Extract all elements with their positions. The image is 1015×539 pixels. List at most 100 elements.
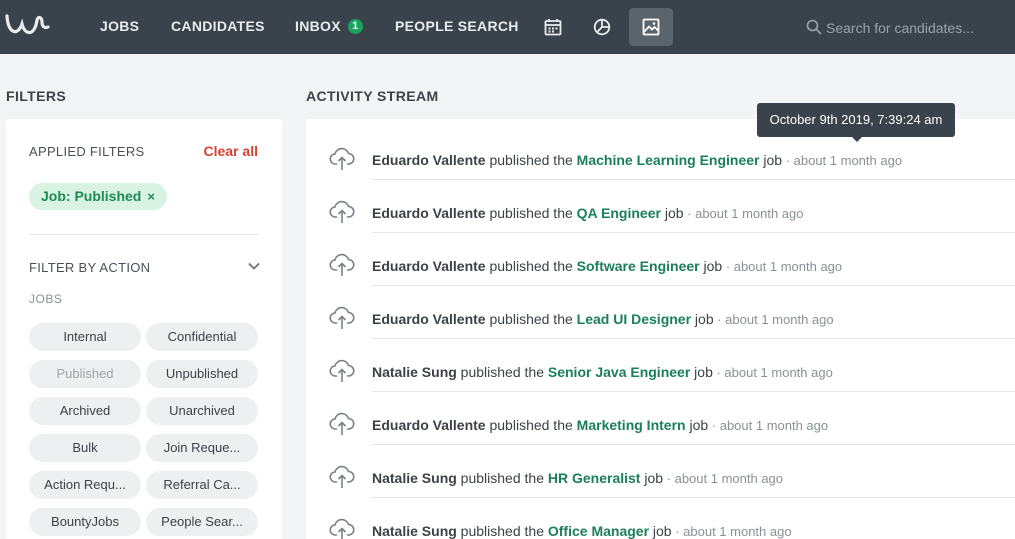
cloud-upload-icon: [329, 200, 355, 223]
activity-row: Eduardo Vallente published the QA Engine…: [306, 180, 1015, 233]
cloud-upload-icon: [329, 359, 355, 382]
filter-pill-archived[interactable]: Archived: [29, 397, 141, 425]
cloud-upload-icon: [329, 306, 355, 329]
filter-pill-people-search[interactable]: People Sear...: [146, 508, 258, 536]
activity-job-link[interactable]: Office Manager: [548, 523, 649, 539]
activity-user[interactable]: Eduardo Vallente: [372, 258, 486, 274]
activity-job-link[interactable]: Lead UI Designer: [577, 311, 691, 327]
activity-job-link[interactable]: Machine Learning Engineer: [577, 152, 760, 168]
activity-job-link[interactable]: Senior Java Engineer: [548, 364, 690, 380]
tooltip-arrow: [852, 137, 862, 142]
pie-chart-icon: [593, 18, 611, 36]
activity-time[interactable]: · about 1 month ago: [722, 259, 842, 274]
activity-text: Eduardo Vallente published the Marketing…: [372, 417, 828, 433]
search-input[interactable]: [826, 18, 1006, 38]
activity-suffix: job: [691, 311, 714, 327]
activity-row: Natalie Sung published the Senior Java E…: [306, 339, 1015, 392]
clear-all-button[interactable]: Clear all: [204, 143, 258, 159]
activity-time[interactable]: · about 1 month ago: [684, 206, 803, 221]
chip-label: Job: Published: [41, 188, 142, 204]
nav-people-search[interactable]: PEOPLE SEARCH: [395, 0, 519, 54]
activity-row: Eduardo Vallente published the Marketing…: [306, 392, 1015, 445]
activity-text: Eduardo Vallente published the Machine L…: [372, 152, 902, 168]
activity-user[interactable]: Eduardo Vallente: [372, 417, 486, 433]
activity-suffix: job: [699, 258, 723, 274]
jobs-label: JOBS: [29, 292, 63, 306]
nav-jobs[interactable]: JOBS: [100, 0, 139, 54]
filter-pill-unpublished[interactable]: Unpublished: [146, 360, 258, 388]
activity-job-link[interactable]: QA Engineer: [577, 205, 661, 221]
activity-verb: published the: [485, 152, 577, 168]
image-icon: [642, 18, 660, 36]
nav-candidates-label: CANDIDATES: [171, 18, 265, 34]
filters-title: FILTERS: [6, 88, 67, 104]
activity-suffix: job: [649, 523, 672, 539]
activity-verb: published the: [456, 470, 548, 486]
filter-pill-action-required[interactable]: Action Requ...: [29, 471, 141, 499]
nav-people-search-label: PEOPLE SEARCH: [395, 18, 519, 34]
activity-text: Natalie Sung published the Office Manage…: [372, 523, 792, 539]
nav-inbox[interactable]: INBOX 1: [295, 0, 363, 54]
activity-time[interactable]: · about 1 month ago: [714, 312, 833, 327]
filter-pill-internal[interactable]: Internal: [29, 323, 141, 351]
timestamp-tooltip: October 9th 2019, 7:39:24 am: [757, 103, 955, 137]
activity-job-link[interactable]: Marketing Intern: [577, 417, 686, 433]
activity-row: Eduardo Vallente published the Software …: [306, 233, 1015, 286]
activity-verb: published the: [456, 523, 548, 539]
filter-pill-published[interactable]: Published: [29, 360, 141, 388]
activity-text: Natalie Sung published the HR Generalist…: [372, 470, 783, 486]
activity-time[interactable]: · about 1 month ago: [708, 418, 828, 433]
activity-row: Natalie Sung published the HR Generalist…: [306, 445, 1015, 498]
filter-pill-join-request[interactable]: Join Reque...: [146, 434, 258, 462]
activity-text: Natalie Sung published the Senior Java E…: [372, 364, 833, 380]
activity-user[interactable]: Natalie Sung: [372, 470, 457, 486]
filter-pill-referral-campaign[interactable]: Referral Ca...: [146, 471, 258, 499]
activity-verb: published the: [485, 311, 577, 327]
search-icon: [806, 19, 822, 35]
filter-pill-confidential[interactable]: Confidential: [146, 323, 258, 351]
activity-time[interactable]: · about 1 month ago: [672, 524, 791, 539]
activity-time[interactable]: · about 1 month ago: [663, 471, 783, 486]
filters-panel: APPLIED FILTERS Clear all Job: Published…: [6, 119, 282, 539]
activity-user[interactable]: Natalie Sung: [372, 523, 457, 539]
activity-job-link[interactable]: HR Generalist: [548, 470, 641, 486]
activity-row: Eduardo Vallente published the Lead UI D…: [306, 286, 1015, 339]
cloud-upload-icon: [329, 465, 355, 488]
reports-button[interactable]: [580, 8, 624, 46]
activity-suffix: job: [690, 364, 713, 380]
activity-user[interactable]: Natalie Sung: [372, 364, 457, 380]
activity-user[interactable]: Eduardo Vallente: [372, 152, 486, 168]
activity-stream-title: ACTIVITY STREAM: [306, 88, 439, 104]
calendar-button[interactable]: [531, 8, 575, 46]
activity-verb: published the: [485, 205, 577, 221]
activity-time[interactable]: · about 1 month ago: [713, 365, 832, 380]
logo-icon[interactable]: [4, 10, 50, 40]
cloud-upload-icon: [329, 518, 355, 539]
applied-filter-chip: Job: Published ×: [29, 183, 167, 210]
activity-text: Eduardo Vallente published the Lead UI D…: [372, 311, 834, 327]
activity-time[interactable]: · about 1 month ago: [782, 153, 902, 168]
chip-remove-icon[interactable]: ×: [147, 189, 155, 204]
cloud-upload-icon: [329, 147, 355, 170]
activity-user[interactable]: Eduardo Vallente: [372, 311, 486, 327]
filter-by-action-label: FILTER BY ACTION: [29, 260, 151, 275]
activity-suffix: job: [660, 205, 684, 221]
activity-row: Natalie Sung published the Office Manage…: [306, 498, 1015, 539]
filter-pill-bulk[interactable]: Bulk: [29, 434, 141, 462]
candidate-search[interactable]: [806, 18, 1006, 38]
cloud-upload-icon: [329, 253, 355, 276]
activity-user[interactable]: Eduardo Vallente: [372, 205, 486, 221]
filter-pill-unarchived[interactable]: Unarchived: [146, 397, 258, 425]
chevron-down-icon[interactable]: [248, 261, 260, 271]
activity-suffix: job: [759, 152, 783, 168]
activity-button[interactable]: [629, 8, 673, 46]
calendar-icon: [544, 19, 562, 36]
activity-suffix: job: [685, 417, 709, 433]
nav-candidates[interactable]: CANDIDATES: [171, 0, 265, 54]
applied-filters-label: APPLIED FILTERS: [29, 144, 145, 159]
activity-job-link[interactable]: Software Engineer: [577, 258, 700, 274]
filter-pill-bountyjobs[interactable]: BountyJobs: [29, 508, 141, 536]
activity-verb: published the: [485, 258, 577, 274]
nav-jobs-label: JOBS: [100, 18, 140, 34]
cloud-upload-icon: [329, 412, 355, 435]
